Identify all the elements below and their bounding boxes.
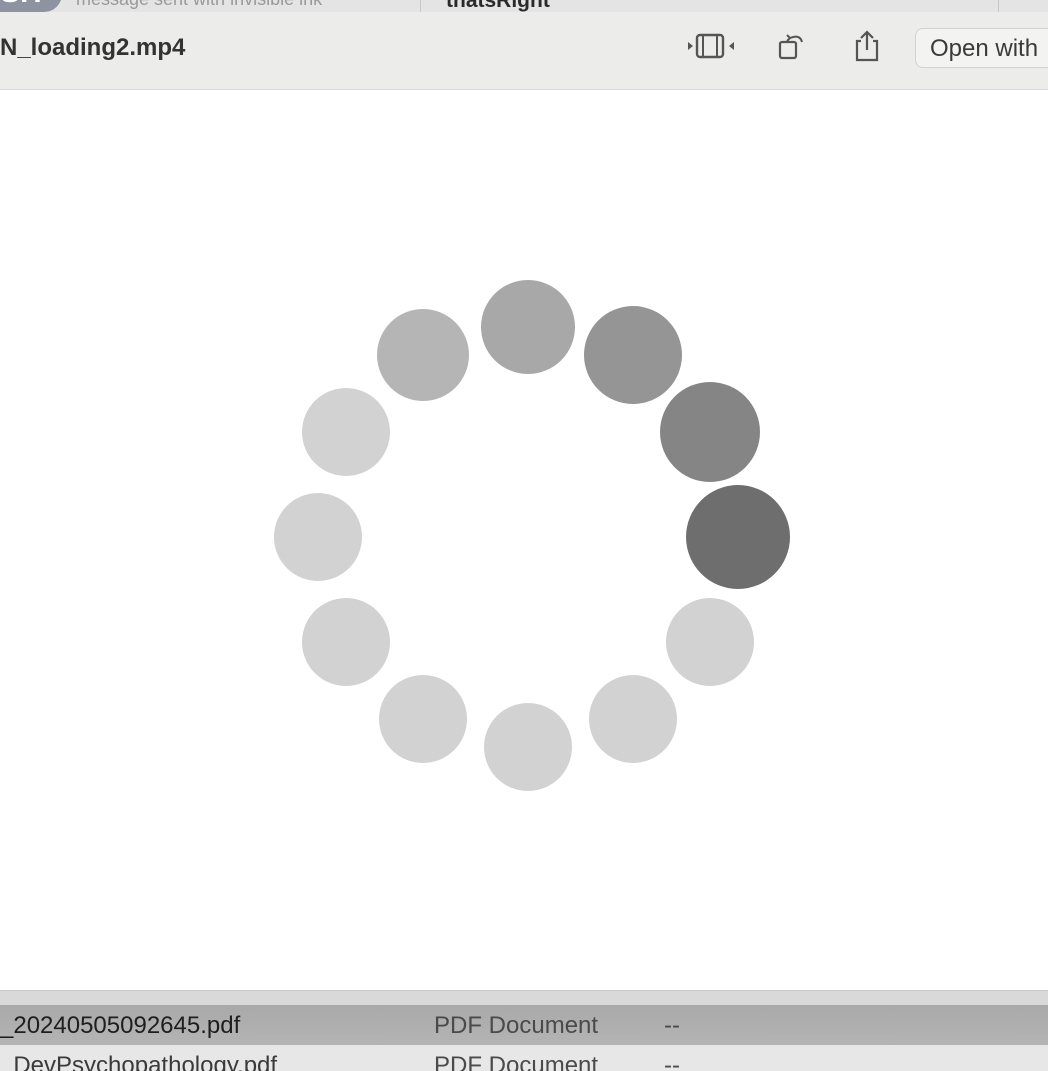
file-name: _20240505092645.pdf bbox=[0, 1012, 241, 1039]
rotate-icon bbox=[776, 30, 808, 67]
avatar: SH bbox=[0, 0, 62, 12]
spinner-dot bbox=[686, 485, 790, 589]
spinner-dot bbox=[274, 493, 362, 581]
share-button[interactable] bbox=[845, 29, 889, 68]
background-window-strip: SH message sent with invisible ink thats… bbox=[0, 0, 1048, 12]
open-with-button[interactable]: Open with bbox=[915, 28, 1048, 68]
trim-button[interactable] bbox=[688, 30, 734, 66]
message-preview: message sent with invisible ink bbox=[76, 0, 416, 10]
file-list: _20240505092645.pdf PDF Document -- _Dev… bbox=[0, 990, 1048, 1071]
trim-icon bbox=[688, 32, 734, 65]
list-row-separator bbox=[0, 991, 1048, 1005]
file-size: -- bbox=[664, 1012, 680, 1039]
quicklook-toolbar: N_loading2.mp4 Open with bbox=[0, 12, 1048, 90]
spinner-dot bbox=[377, 309, 469, 402]
spinner-dot bbox=[484, 703, 572, 791]
spinner-dot bbox=[589, 674, 677, 763]
share-icon bbox=[852, 29, 882, 68]
rotate-button[interactable] bbox=[770, 30, 814, 66]
video-preview-area bbox=[0, 90, 1048, 990]
spinner-dot bbox=[379, 674, 467, 763]
spinner-dot bbox=[302, 598, 391, 686]
file-kind: PDF Document bbox=[434, 1012, 599, 1039]
loading-spinner bbox=[0, 90, 1048, 990]
divider bbox=[998, 0, 999, 12]
file-name: _DevPsychopathology.pdf bbox=[0, 1052, 278, 1071]
spinner-dot bbox=[481, 280, 575, 374]
table-row[interactable]: _20240505092645.pdf PDF Document -- bbox=[0, 1005, 1048, 1045]
spinner-dot bbox=[659, 382, 760, 482]
conversation-title: thatsRight bbox=[446, 0, 550, 12]
spinner-dot bbox=[584, 306, 682, 405]
spinner-dot bbox=[665, 598, 754, 686]
file-kind: PDF Document bbox=[434, 1052, 599, 1071]
spinner-dot bbox=[302, 388, 391, 476]
divider bbox=[420, 0, 421, 12]
file-size: -- bbox=[664, 1052, 680, 1071]
file-title: N_loading2.mp4 bbox=[0, 34, 186, 61]
table-row[interactable]: _DevPsychopathology.pdf PDF Document -- bbox=[0, 1045, 1048, 1071]
